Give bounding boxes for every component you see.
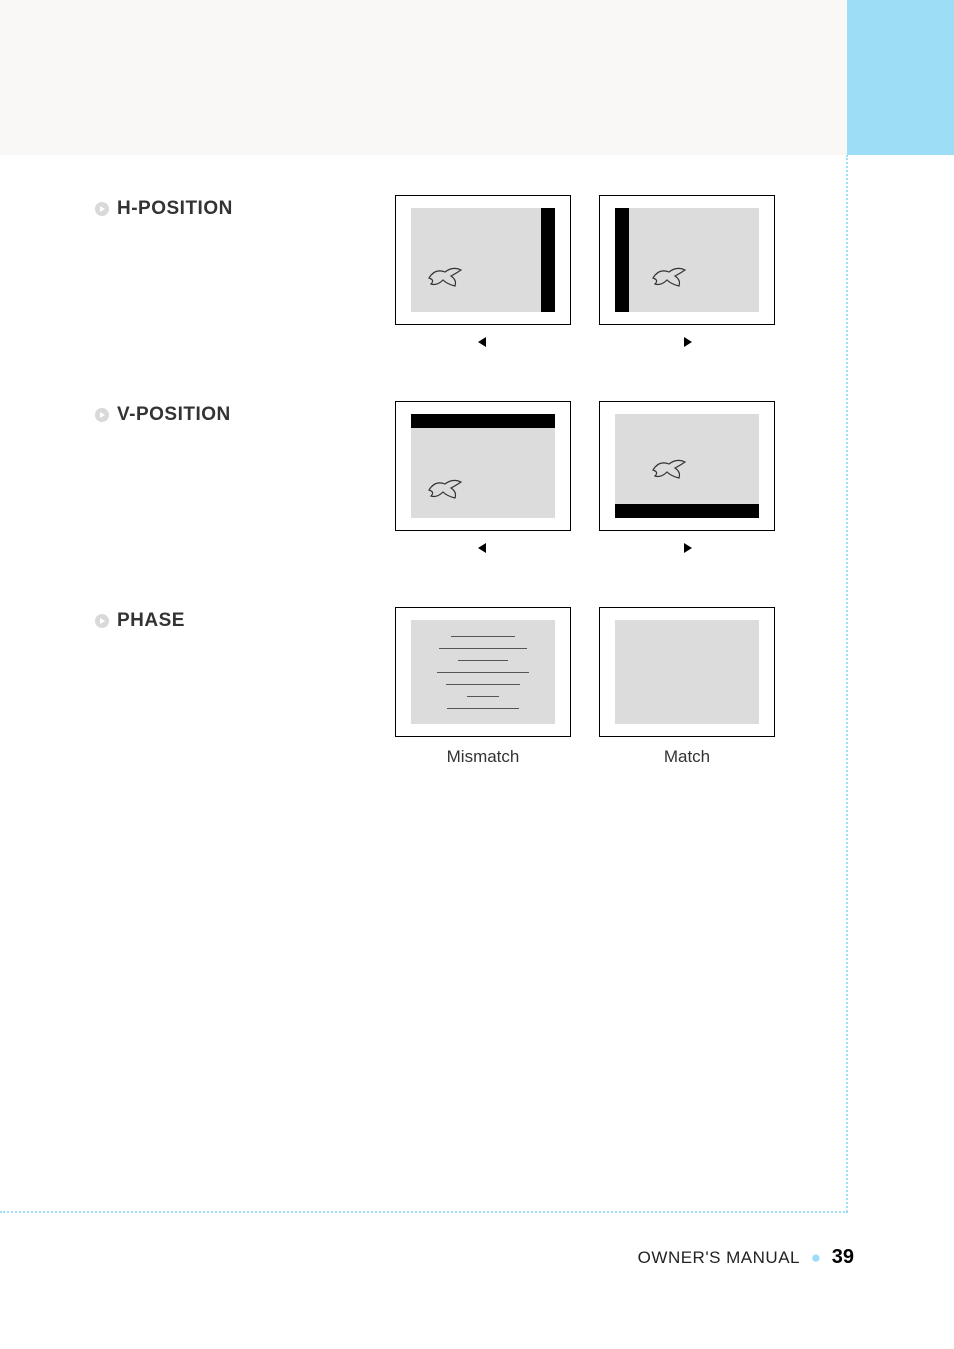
bullet-icon <box>95 202 109 216</box>
screen-inner <box>411 620 555 724</box>
diagram-col <box>395 401 775 557</box>
triangle-right-icon <box>681 335 693 351</box>
screen-frame <box>395 195 571 325</box>
screen-inner <box>615 414 759 518</box>
triangle-left-icon <box>477 541 489 557</box>
v-position-label: V-POSITION <box>117 404 231 426</box>
footer-dot-icon: ● <box>811 1248 821 1267</box>
black-bar-left <box>615 208 629 312</box>
bird-icon <box>425 262 465 292</box>
h-pos-left-diagram <box>395 195 571 351</box>
h-pos-right-diagram <box>599 195 775 351</box>
bird-icon <box>649 262 689 292</box>
label-col: H-POSITION <box>95 195 395 220</box>
h-position-label: H-POSITION <box>117 198 233 220</box>
header-band-blue <box>847 0 954 155</box>
main-content: H-POSITION <box>95 195 815 817</box>
v-pos-bottom-diagram <box>599 401 775 557</box>
screen-inner <box>615 620 759 724</box>
diagram-col <box>395 195 775 351</box>
triangle-left-icon <box>477 335 489 351</box>
page-footer: OWNER'S MANUAL ● 39 <box>638 1246 854 1269</box>
bird-icon <box>425 474 465 504</box>
label-col: PHASE <box>95 607 395 632</box>
v-pos-top-diagram <box>395 401 571 557</box>
triangle-right-icon <box>681 541 693 557</box>
section-v-position: V-POSITION <box>95 401 815 557</box>
mismatch-caption: Mismatch <box>447 747 520 767</box>
screen-inner <box>411 414 555 518</box>
screen-frame <box>395 607 571 737</box>
screen-frame <box>395 401 571 531</box>
header-band-light <box>0 0 847 155</box>
screen-inner <box>615 208 759 312</box>
black-bar-top <box>411 414 555 428</box>
screen-frame <box>599 401 775 531</box>
label-col: V-POSITION <box>95 401 395 426</box>
footer-title: OWNER'S MANUAL <box>638 1248 800 1267</box>
dotted-border-right <box>846 155 848 1212</box>
bullet-icon <box>95 408 109 422</box>
black-bar-right <box>541 208 555 312</box>
section-h-position: H-POSITION <box>95 195 815 351</box>
bird-icon <box>649 454 689 484</box>
black-bar-bottom <box>615 504 759 518</box>
phase-lines-icon <box>431 630 535 714</box>
screen-inner <box>411 208 555 312</box>
phase-mismatch-diagram: Mismatch <box>395 607 571 767</box>
section-phase: PHASE <box>95 607 815 767</box>
footer-page-number: 39 <box>832 1246 854 1268</box>
phase-match-diagram: Match <box>599 607 775 767</box>
match-caption: Match <box>664 747 710 767</box>
dotted-border-bottom <box>0 1211 848 1213</box>
phase-label: PHASE <box>117 610 185 632</box>
diagram-col: Mismatch Match <box>395 607 775 767</box>
bullet-icon <box>95 614 109 628</box>
screen-frame <box>599 607 775 737</box>
screen-frame <box>599 195 775 325</box>
